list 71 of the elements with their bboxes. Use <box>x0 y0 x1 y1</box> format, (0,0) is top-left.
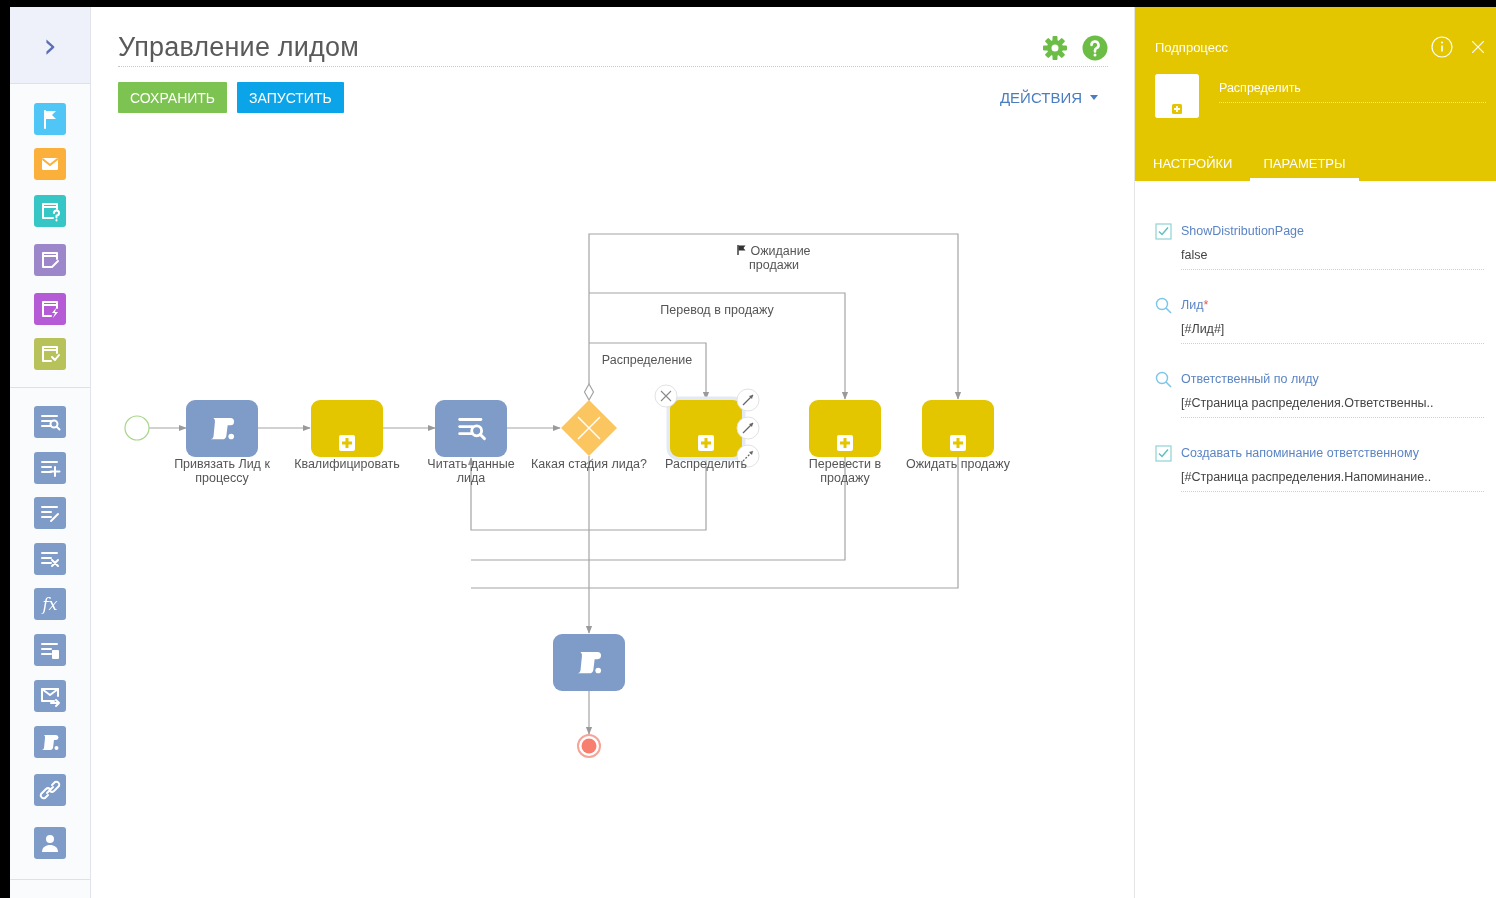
flow-label: Перевод в продажу <box>660 303 774 317</box>
connector-line <box>382 424 436 432</box>
parameter-label: Ответственный по лиду <box>1181 372 1319 386</box>
envelope-icon[interactable] <box>34 148 66 180</box>
list-search-icon <box>459 419 485 439</box>
run-button[interactable]: ЗАПУСТИТЬ <box>237 82 344 113</box>
connector-line <box>585 689 593 735</box>
subprocess-block[interactable] <box>922 400 994 457</box>
checkbox[interactable] <box>1155 444 1172 462</box>
start-event[interactable] <box>124 415 150 441</box>
parameter-value-field[interactable]: false <box>1181 240 1484 270</box>
parameter-value-field[interactable]: [#Страница распределения.Напоминание.. <box>1181 462 1484 492</box>
node-label: Привязать Лид к процессу <box>173 457 271 485</box>
node-label: Перевести в продажу <box>807 457 883 485</box>
user-icon[interactable] <box>34 827 66 859</box>
parameter-label: ShowDistributionPage <box>1181 224 1304 238</box>
task-block[interactable] <box>186 400 258 457</box>
close-icon[interactable] <box>1472 41 1484 53</box>
list-plus-icon[interactable] <box>34 452 66 484</box>
flow-label: Распределение <box>601 353 693 367</box>
list-cross-icon[interactable] <box>34 543 66 575</box>
subprocess-block[interactable] <box>809 400 881 457</box>
subprocess-block[interactable] <box>311 400 383 457</box>
connector-line <box>148 424 187 432</box>
node-label: Ожидать продажу <box>904 457 1012 471</box>
parameter-value-field[interactable]: [#Страница распределения.Ответственны.. <box>1181 388 1484 418</box>
checkbox[interactable] <box>1155 222 1172 240</box>
settings-icon[interactable] <box>1042 34 1068 61</box>
connector-line <box>506 424 561 432</box>
chain-link-icon[interactable] <box>34 774 66 806</box>
gateway-diamond[interactable] <box>561 400 617 456</box>
subprocess-thumbnail <box>1155 74 1199 118</box>
page-title: Управление лидом <box>118 32 360 63</box>
panel-type: Подпроцесс <box>1155 39 1229 55</box>
scroll-icon <box>210 418 235 440</box>
list-search-icon[interactable] <box>34 406 66 438</box>
node-label: Квалифицировать <box>293 457 401 471</box>
node-label: Распределить <box>664 457 748 471</box>
check-card-icon[interactable] <box>34 338 66 370</box>
plus-icon <box>950 435 966 451</box>
node-label: Какая стадия лида? <box>530 457 648 471</box>
pencil-card-icon[interactable] <box>34 244 66 276</box>
search-icon[interactable] <box>1155 296 1172 314</box>
question-card-icon[interactable] <box>34 195 66 227</box>
plus-icon <box>339 435 355 451</box>
task-block[interactable] <box>435 400 507 457</box>
actions-menu[interactable]: ДЕЙСТВИЯ <box>999 89 1098 106</box>
end-event[interactable] <box>577 734 601 758</box>
save-button[interactable]: СОХРАНИТЬ <box>118 82 228 113</box>
expand-arrow[interactable]: › <box>43 28 57 62</box>
parameter-value-field[interactable]: [#Лид#] <box>1181 314 1484 344</box>
plus-icon <box>698 435 714 451</box>
task-block[interactable] <box>553 634 625 691</box>
delete-button[interactable] <box>654 384 678 408</box>
parameter-label: Лид* <box>1181 298 1209 312</box>
info-icon[interactable] <box>1431 36 1453 58</box>
flag-icon[interactable] <box>34 103 66 135</box>
plus-icon <box>837 435 853 451</box>
flow-label: Ожидание продажи <box>749 244 811 272</box>
parameter-label: Создавать напоминание ответственному <box>1181 446 1419 460</box>
node-label: Читать данные лида <box>426 457 516 485</box>
lightning-card-icon[interactable] <box>34 293 66 325</box>
search-icon[interactable] <box>1155 370 1172 388</box>
scroll-icon <box>577 652 602 674</box>
connector-line <box>257 424 311 432</box>
list-document-icon[interactable] <box>34 634 66 666</box>
list-pencil-icon[interactable] <box>34 497 66 529</box>
scroll-icon[interactable] <box>34 726 66 758</box>
caret-icon <box>1090 95 1098 100</box>
formula-icon[interactable]: fx <box>34 588 66 620</box>
help-icon[interactable] <box>1082 34 1108 61</box>
